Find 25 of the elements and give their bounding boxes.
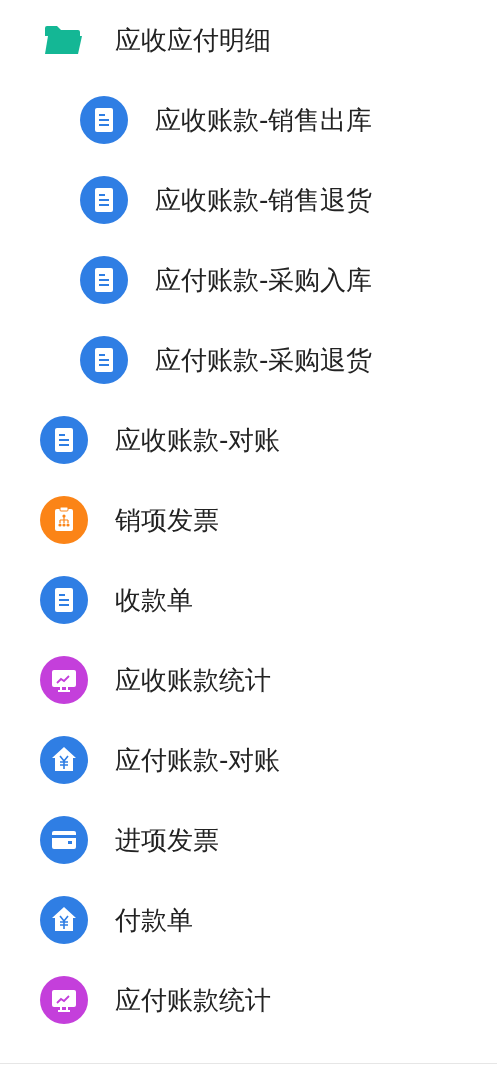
menu-item[interactable]: 进项发票 — [0, 800, 497, 880]
menu-item[interactable]: 应收账款-对账 — [0, 400, 497, 480]
chart-board-icon — [40, 496, 88, 544]
document-icon — [40, 416, 88, 464]
house-icon — [40, 896, 88, 944]
menu-item[interactable]: 应付账款统计 — [0, 960, 497, 1040]
menu-item[interactable]: 应收账款-销售退货 — [0, 160, 497, 240]
menu-item[interactable]: 付款单 — [0, 880, 497, 960]
menu-item[interactable]: 收款单 — [0, 560, 497, 640]
card-icon — [40, 816, 88, 864]
monitor-icon — [40, 656, 88, 704]
menu-item[interactable]: 应付账款-对账 — [0, 720, 497, 800]
menu-item[interactable]: 应付账款-采购退货 — [0, 320, 497, 400]
document-icon — [80, 256, 128, 304]
document-icon — [80, 96, 128, 144]
document-icon — [80, 176, 128, 224]
menu-item[interactable]: 销项发票 — [0, 480, 497, 560]
menu-item[interactable]: 应付账款-采购入库 — [0, 240, 497, 320]
menu-item[interactable]: 应收账款-销售出库 — [0, 80, 497, 160]
monitor-icon — [40, 976, 88, 1024]
folder-item[interactable]: 应收应付明细 — [0, 0, 497, 80]
document-icon — [80, 336, 128, 384]
document-icon — [40, 576, 88, 624]
menu-item[interactable]: 应收账款统计 — [0, 640, 497, 720]
house-icon — [40, 736, 88, 784]
